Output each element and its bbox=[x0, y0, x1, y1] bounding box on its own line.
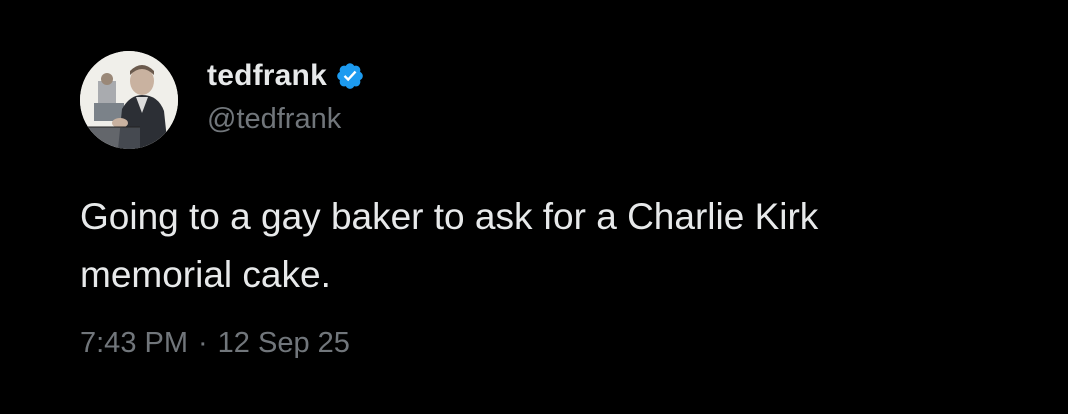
tweet-meta: 7:43 PM · 12 Sep 25 bbox=[80, 327, 350, 360]
tweet-date[interactable]: 12 Sep 25 bbox=[218, 327, 350, 360]
tweet-text: Going to a gay baker to ask for a Charli… bbox=[80, 196, 819, 295]
user-handle[interactable]: @tedfrank bbox=[207, 103, 341, 136]
verified-badge-icon bbox=[335, 61, 365, 91]
name-row: tedfrank bbox=[207, 54, 365, 98]
tweet-time[interactable]: 7:43 PM bbox=[80, 327, 188, 360]
courtroom-sketch-avatar-icon bbox=[80, 51, 178, 149]
tweet-card: tedfrank @tedfrank Going to a gay baker … bbox=[0, 0, 1068, 414]
display-name[interactable]: tedfrank bbox=[207, 59, 327, 93]
meta-separator: · bbox=[198, 327, 208, 359]
profile-avatar[interactable] bbox=[80, 51, 178, 149]
